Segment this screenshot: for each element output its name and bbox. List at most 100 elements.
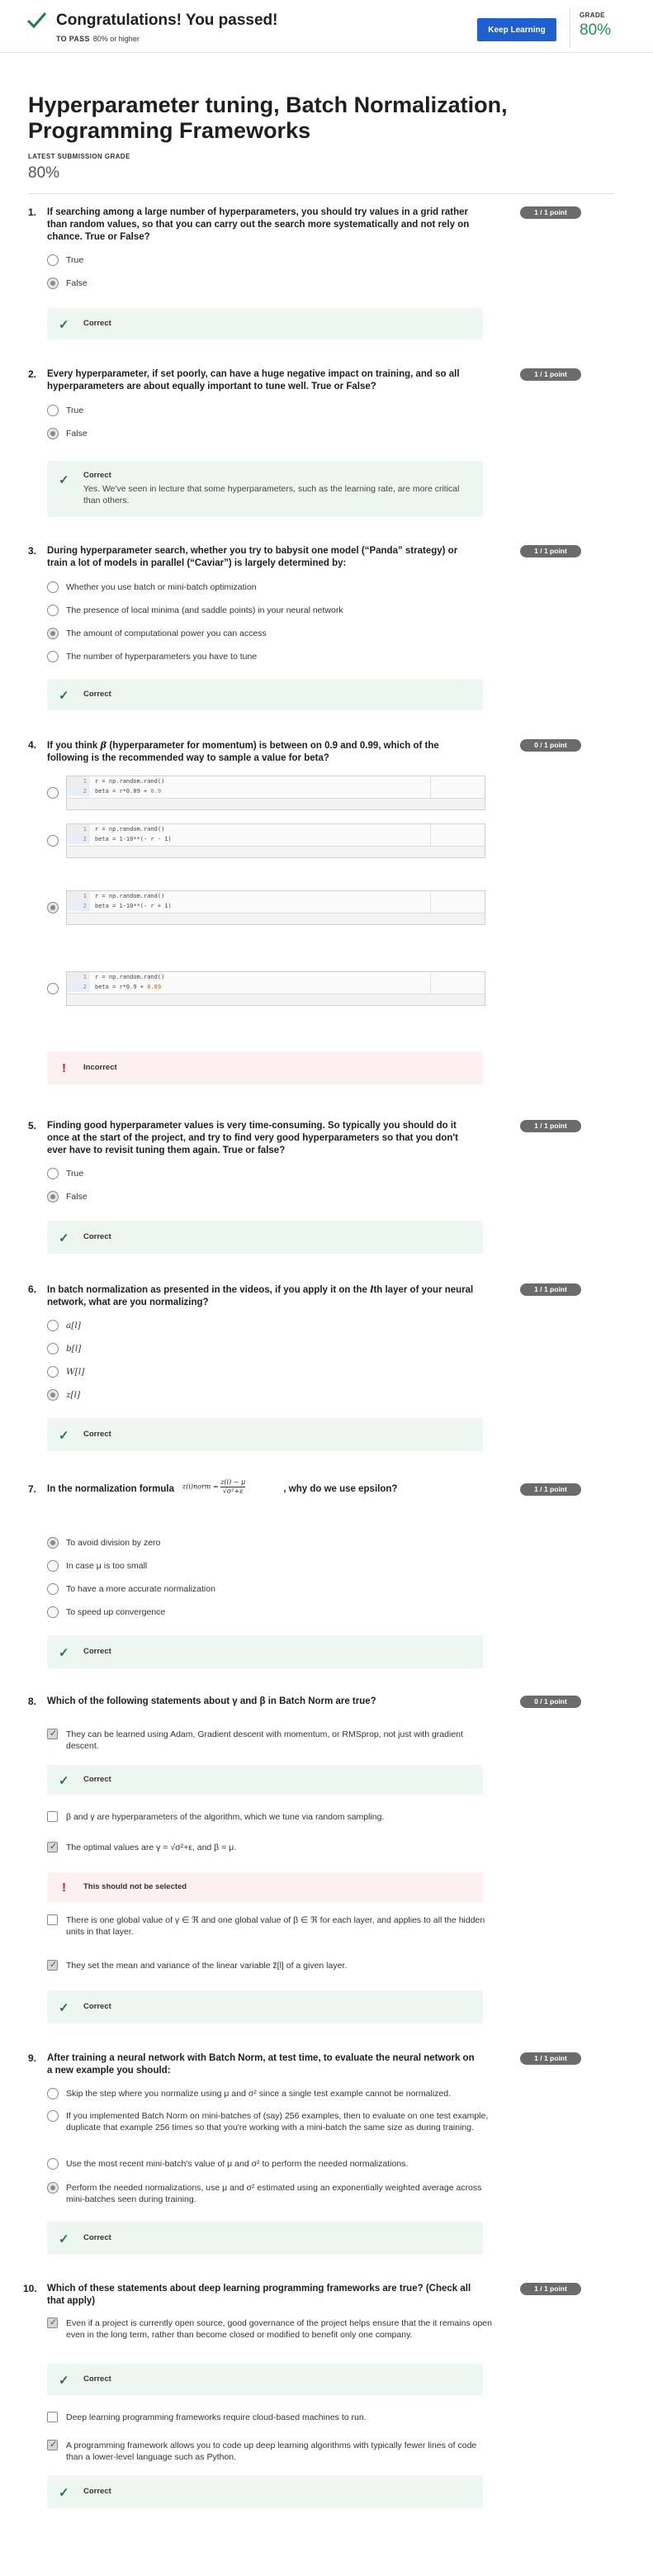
question-text: After training a neural network with Bat… [47, 2053, 475, 2076]
radio-button-selected[interactable] [47, 428, 59, 439]
radio-button[interactable] [47, 1583, 59, 1595]
radio-button-selected[interactable] [47, 1191, 59, 1203]
feedback-correct: ✓ Correct Yes. We've seen in lecture that … [47, 461, 483, 517]
feedback-correct: ✓ Correct [47, 1221, 483, 1254]
radio-button-selected[interactable] [47, 278, 59, 289]
option-label: b[l] [66, 1344, 82, 1354]
radio-button[interactable] [47, 983, 59, 994]
points-badge: 0 / 1 point [520, 1696, 581, 1708]
feedback-label: Correct [83, 2487, 111, 2496]
option-label: False [66, 429, 88, 439]
option-label: In case μ is too small [66, 1561, 148, 1571]
feedback-correct: ✓ Correct [47, 679, 483, 710]
points-badge: 1 / 1 point [520, 2283, 581, 2295]
feedback-correct: ✓ Correct [47, 308, 483, 339]
question-number: 7. [28, 1483, 37, 1495]
checkbox-checked[interactable] [47, 1841, 58, 1853]
option-label: They can be learned using Adam, Gradient… [66, 1729, 463, 1751]
checkbox-checked[interactable] [47, 2317, 58, 2328]
checkbox-checked[interactable] [47, 2439, 58, 2450]
option-label: They set the mean and variance of the li… [66, 1961, 348, 1971]
feedback-label: Correct [83, 2002, 111, 2011]
checkbox-checked[interactable] [47, 1959, 58, 1971]
question-text: If searching among a large number of hyp… [47, 207, 470, 242]
divider [28, 193, 614, 194]
radio-button[interactable] [47, 581, 59, 593]
question-number: 4. [28, 739, 37, 751]
question-text: Which of the following statements about … [47, 1696, 376, 1706]
radio-button[interactable] [47, 405, 59, 416]
question-number: 2. [28, 368, 37, 380]
radio-button[interactable] [47, 1343, 59, 1354]
option-label: The optimal values are γ = √σ²+ε, and β … [66, 1843, 237, 1853]
feedback-label: Correct [83, 319, 111, 328]
checkbox[interactable] [47, 2412, 58, 2422]
feedback-label: Correct [83, 2233, 111, 2242]
radio-button-selected[interactable] [47, 1537, 59, 1549]
radio-button-selected[interactable] [47, 2182, 59, 2194]
code-block: 1r = np.random.rand() 2 beta = 1-10**(- r… [66, 823, 485, 858]
check-icon: ✓ [59, 318, 69, 332]
radio-button[interactable] [47, 1366, 59, 1378]
points-badge: 1 / 1 point [520, 1120, 581, 1132]
option-label: W[l] [66, 1367, 85, 1377]
radio-button-selected[interactable] [47, 902, 59, 913]
checkbox[interactable] [47, 1914, 58, 1925]
points-badge: 1 / 1 point [520, 2052, 581, 2065]
feedback-correct: ✓ Correct [47, 2222, 483, 2255]
radio-button[interactable] [47, 1560, 59, 1572]
radio-button[interactable] [47, 835, 59, 847]
keep-learning-button[interactable]: Keep Learning [477, 18, 556, 41]
question-text: In batch normalization as presented in t… [47, 1283, 474, 1307]
feedback-correct: ✓ Correct [47, 2475, 483, 2508]
question-number: 6. [28, 1283, 37, 1295]
option-label: Use the most recent mini-batch's value o… [66, 2159, 409, 2169]
option-label: a[l] [66, 1321, 81, 1331]
radio-button[interactable] [47, 1606, 59, 1618]
points-badge: 0 / 1 point [520, 739, 581, 752]
radio-button[interactable] [47, 2158, 59, 2170]
question-number: 9. [28, 2052, 37, 2064]
alert-icon: ! [62, 1061, 66, 1075]
feedback-label: Correct [83, 471, 111, 480]
radio-button[interactable] [47, 2088, 59, 2099]
feedback-label: This should not be selected [83, 1882, 187, 1891]
radio-button[interactable] [47, 2110, 59, 2122]
points-badge: 1 / 1 point [520, 1483, 581, 1496]
checkbox[interactable] [47, 1811, 58, 1822]
grade-label: GRADE [580, 12, 605, 19]
option-label: True [66, 406, 84, 415]
latest-grade-label: LATEST SUBMISSION GRADE [28, 153, 130, 160]
question-text: Finding good hyperparameter values is ve… [47, 1121, 458, 1155]
option-label: Skip the step where you normalize using … [66, 2089, 452, 2099]
feedback-label: Incorrect [83, 1063, 117, 1072]
question-number: 8. [28, 1696, 37, 1707]
option-label: If you implemented Batch Norm on mini-ba… [66, 2111, 489, 2132]
radio-button[interactable] [47, 254, 59, 266]
question-text: Which of these statements about deep lea… [47, 2284, 471, 2306]
radio-button[interactable] [47, 1320, 59, 1331]
check-icon: ✓ [59, 1429, 69, 1443]
check-icon: ✓ [59, 473, 69, 487]
pass-title: Congratulations! You passed! [56, 12, 278, 29]
option-label: To have a more accurate normalization [66, 1584, 215, 1594]
radio-button[interactable] [47, 1168, 59, 1179]
radio-button[interactable] [47, 605, 59, 616]
radio-button[interactable] [47, 787, 59, 799]
question-number: 10. [23, 2283, 37, 2294]
question-number: 1. [28, 206, 37, 218]
feedback-label: Correct [83, 1775, 111, 1784]
option-label: The number of hyperparameters you have t… [66, 652, 258, 662]
checkbox-checked[interactable] [47, 1728, 58, 1739]
feedback-correct: ✓ Correct [47, 1765, 483, 1795]
points-badge: 1 / 1 point [520, 368, 581, 381]
feedback-label: Correct [83, 1430, 111, 1439]
points-badge: 1 / 1 point [520, 206, 581, 219]
feedback-correct: ✓ Correct [47, 2364, 483, 2395]
normalization-formula: z(i)norm = z(i) − μ √σ²+ε [182, 1478, 246, 1495]
pass-banner: Congratulations! You passed! TO PASS 80% … [0, 0, 653, 53]
radio-button-selected[interactable] [47, 1389, 59, 1401]
question-number: 5. [28, 1120, 37, 1131]
radio-button[interactable] [47, 651, 59, 662]
radio-button-selected[interactable] [47, 628, 59, 639]
